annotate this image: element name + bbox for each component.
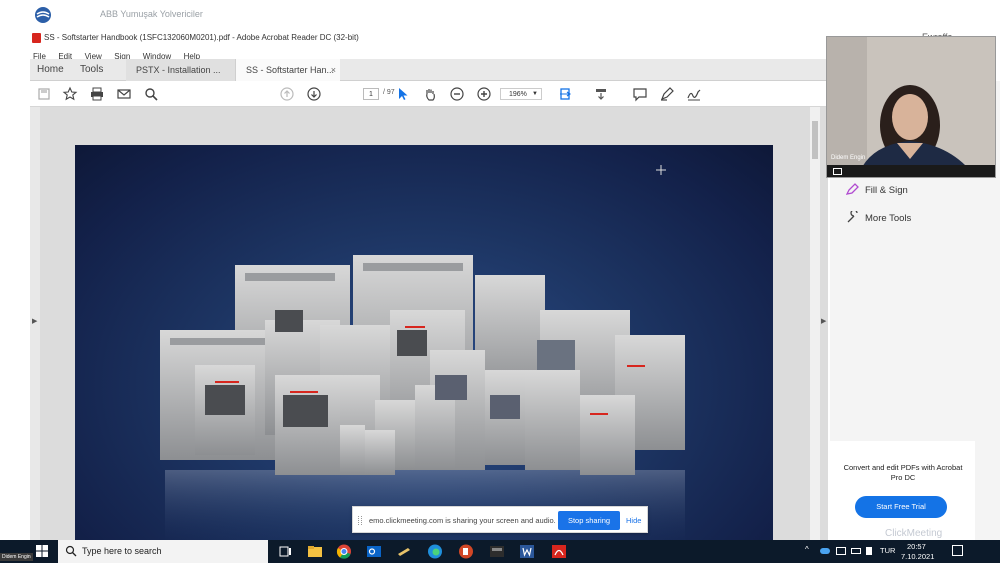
word-icon[interactable] — [519, 544, 535, 559]
meeting-header: ABB Yumuşak Yolvericiler — [0, 0, 1000, 30]
scrollbar-thumb[interactable] — [812, 121, 818, 159]
webcam-controls — [827, 165, 995, 177]
save-icon[interactable] — [36, 86, 52, 102]
stop-sharing-button[interactable]: Stop sharing — [558, 511, 620, 530]
outlook-icon[interactable] — [366, 544, 382, 559]
toolbar: 1 / 97 196% ▼ — [30, 81, 828, 107]
search-icon[interactable] — [143, 86, 159, 102]
pen-icon — [845, 183, 860, 198]
sticky-app-icon[interactable] — [396, 544, 412, 559]
doc-tab-pstx[interactable]: PSTX - Installation ... — [126, 59, 236, 81]
volume-icon[interactable] — [866, 547, 872, 555]
presenter-label: Didem Engin — [0, 553, 33, 561]
drag-handle-icon[interactable] — [358, 516, 362, 525]
chevron-right-icon[interactable]: ▶ — [32, 317, 37, 325]
file-explorer-icon[interactable] — [307, 544, 323, 559]
fill-sign-tool[interactable]: Fill & Sign — [845, 183, 908, 198]
clickmeeting-logo-icon — [35, 7, 51, 23]
sign-icon[interactable] — [686, 86, 702, 102]
page-up-icon[interactable] — [279, 86, 295, 102]
taskbar-search-input[interactable]: Type here to search — [58, 540, 268, 563]
wrench-icon — [846, 209, 860, 226]
comment-icon[interactable] — [632, 86, 648, 102]
fit-page-icon[interactable] — [558, 86, 574, 102]
more-tools-item[interactable]: More Tools — [846, 209, 912, 226]
doc-tab-label: PSTX - Installation ... — [136, 65, 221, 75]
meeting-title: ABB Yumuşak Yolvericiler — [100, 9, 203, 19]
notification-icon[interactable] — [952, 545, 963, 556]
promo-text: Convert and edit PDFs with Acrobat Pro D… — [843, 463, 963, 482]
participant-name: Didem Engin — [831, 155, 866, 161]
tab-bar: Home Tools PSTX - Installation ... SS - … — [30, 59, 828, 81]
window-title: SS - Softstarter Handbook (1SFC132060M02… — [44, 33, 359, 42]
camera-icon[interactable] — [833, 168, 842, 175]
softstarter-product-photo — [75, 145, 773, 545]
zoom-value: 196% — [509, 91, 527, 98]
webcam-video: Didem Engin — [826, 36, 996, 178]
search-icon — [65, 545, 77, 557]
pdf-icon — [32, 33, 41, 43]
select-cursor-icon[interactable] — [395, 86, 411, 102]
chrome-icon[interactable] — [336, 544, 352, 559]
document-viewport[interactable]: ▶ ▶ — [30, 107, 828, 545]
zoom-select[interactable]: 196% ▼ — [500, 88, 542, 100]
clock-time[interactable]: 20:57 — [907, 542, 926, 551]
zoom-in-icon[interactable] — [476, 86, 492, 102]
acrobat-icon[interactable] — [551, 544, 567, 559]
network-icon[interactable] — [836, 547, 846, 555]
fill-sign-label: Fill & Sign — [865, 185, 908, 197]
acrobat-title-bar: SS - Softstarter Handbook (1SFC132060M02… — [30, 32, 830, 45]
system-tray: ^ TUR 20:57 7.10.2021 — [800, 540, 1000, 563]
language-indicator[interactable]: TUR — [880, 546, 895, 555]
zoom-out-icon[interactable] — [449, 86, 465, 102]
task-view-icon[interactable] — [277, 544, 293, 559]
highlight-pen-icon[interactable] — [659, 86, 675, 102]
hide-link[interactable]: Hide — [626, 516, 641, 525]
doc-tab-softstarter[interactable]: SS - Softstarter Han... × — [236, 59, 340, 81]
email-icon[interactable] — [116, 86, 132, 102]
windows-start-icon[interactable] — [36, 545, 48, 557]
share-message: emo.clickmeeting.com is sharing your scr… — [369, 516, 556, 525]
edge-icon[interactable] — [427, 544, 443, 559]
scroll-mode-icon[interactable] — [593, 86, 609, 102]
page-total: / 97 — [383, 89, 395, 96]
doc-tab-label: SS - Softstarter Han... — [246, 65, 335, 75]
onedrive-icon[interactable] — [820, 548, 830, 554]
hand-tool-icon[interactable] — [422, 86, 438, 102]
close-icon[interactable]: × — [331, 59, 336, 81]
print-icon[interactable] — [89, 86, 105, 102]
page-number-input[interactable]: 1 — [363, 88, 379, 100]
windows-taskbar: Type here to search ^ TUR 20:57 7.10.202… — [0, 540, 1000, 563]
battery-icon[interactable] — [851, 548, 861, 554]
tab-tools[interactable]: Tools — [80, 59, 103, 81]
tab-home[interactable]: Home — [37, 59, 64, 81]
more-tools-label: More Tools — [865, 213, 912, 225]
vertical-scrollbar[interactable] — [810, 107, 820, 540]
page-down-icon[interactable] — [306, 86, 322, 102]
star-icon[interactable] — [62, 86, 78, 102]
search-placeholder: Type here to search — [82, 546, 162, 556]
softstarter-units — [160, 255, 685, 475]
menu-bar: File Edit View Sign Window Help — [30, 46, 830, 61]
start-free-trial-button[interactable]: Start Free Trial — [855, 496, 947, 518]
acrobat-pro-promo: Convert and edit PDFs with Acrobat Pro D… — [830, 441, 975, 540]
chevron-right-icon[interactable]: ▶ — [821, 317, 826, 325]
powerpoint-icon[interactable] — [458, 544, 474, 559]
chevron-up-icon[interactable]: ^ — [805, 545, 809, 554]
clickmeeting-watermark: ClickMeeting — [885, 528, 943, 539]
media-app-icon[interactable] — [489, 544, 505, 559]
clock-date[interactable]: 7.10.2021 — [901, 552, 934, 561]
screen-share-notification: emo.clickmeeting.com is sharing your scr… — [352, 506, 648, 533]
chevron-down-icon: ▼ — [532, 91, 538, 97]
